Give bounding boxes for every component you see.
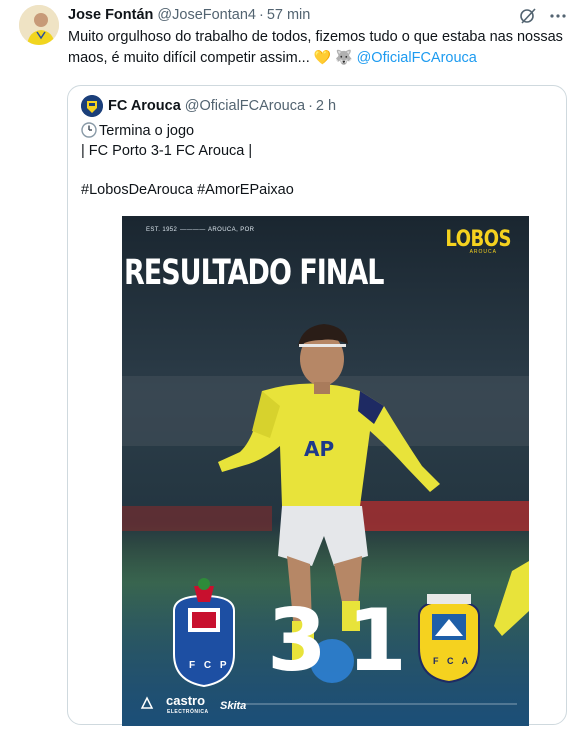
away-crest-text: F C A (433, 656, 472, 666)
tweet-actions (518, 6, 568, 26)
tweet-time[interactable]: 57 min (267, 7, 311, 23)
quote-hashtags[interactable]: #LobosDeArouca #AmorEPaixao (81, 180, 294, 200)
mention-link[interactable]: @OficialFCArouca (357, 50, 477, 66)
home-score: 3 (267, 591, 327, 691)
lobos-logo-sub: AROUCA (469, 249, 497, 255)
author-name[interactable]: Jose Fontán (68, 7, 153, 23)
sponsor-castro: castro (166, 693, 206, 708)
quote-line-1: Termina o jogo (81, 121, 294, 141)
media-city-label: AROUCA, POR (208, 227, 255, 233)
quote-separator-dot: · (308, 98, 313, 114)
media-divider: ———— (180, 227, 206, 233)
sponsor-castro-sub: ELECTRÓNICA (167, 709, 209, 715)
quote-blank-line (81, 161, 294, 180)
quote-media-image[interactable]: AP EST. 1952 ———— AROUCA, POR LOBOS AROU… (122, 216, 529, 726)
quote-author-avatar[interactable] (81, 95, 103, 117)
tweet-header: Jose Fontán @JoseFontan4 · 57 min (68, 6, 310, 24)
quote-author-name[interactable]: FC Arouca (108, 98, 181, 114)
sponsor-skita: Skita (220, 700, 247, 712)
away-score: 1 (347, 591, 407, 691)
sponsor-icon (140, 696, 154, 713)
author-handle[interactable]: @JoseFontan4 (157, 7, 256, 23)
quote-text: Termina o jogo | FC Porto 3-1 FC Arouca … (81, 121, 294, 200)
author-avatar[interactable] (19, 5, 59, 45)
tweet[interactable]: Jose Fontán @JoseFontan4 · 57 min Muito org… (0, 0, 582, 734)
svg-text:AP: AP (304, 437, 334, 461)
quote-header: FC Arouca @OficialFCArouca · 2 h (108, 97, 336, 115)
media-est-label: EST. 1952 (146, 227, 178, 233)
tweet-emojis: 💛 🐺 (313, 49, 353, 65)
quote-author-handle[interactable]: @OficialFCArouca (185, 98, 305, 114)
separator-dot: · (258, 7, 264, 23)
home-crest-text: F C P (189, 660, 230, 671)
grok-icon[interactable] (518, 6, 538, 26)
tweet-text: Muito orgulhoso do trabalho de todos, fi… (68, 27, 568, 68)
quote-line-2: | FC Porto 3-1 FC Arouca | (81, 143, 253, 159)
media-title: RESULTADO FINAL (124, 253, 385, 294)
quote-time[interactable]: 2 h (316, 98, 336, 114)
quoted-tweet[interactable]: FC Arouca @OficialFCArouca · 2 h Termina o … (67, 85, 567, 726)
quote-line-1-text: Termina o jogo (99, 123, 195, 139)
more-options-icon[interactable] (548, 6, 568, 26)
